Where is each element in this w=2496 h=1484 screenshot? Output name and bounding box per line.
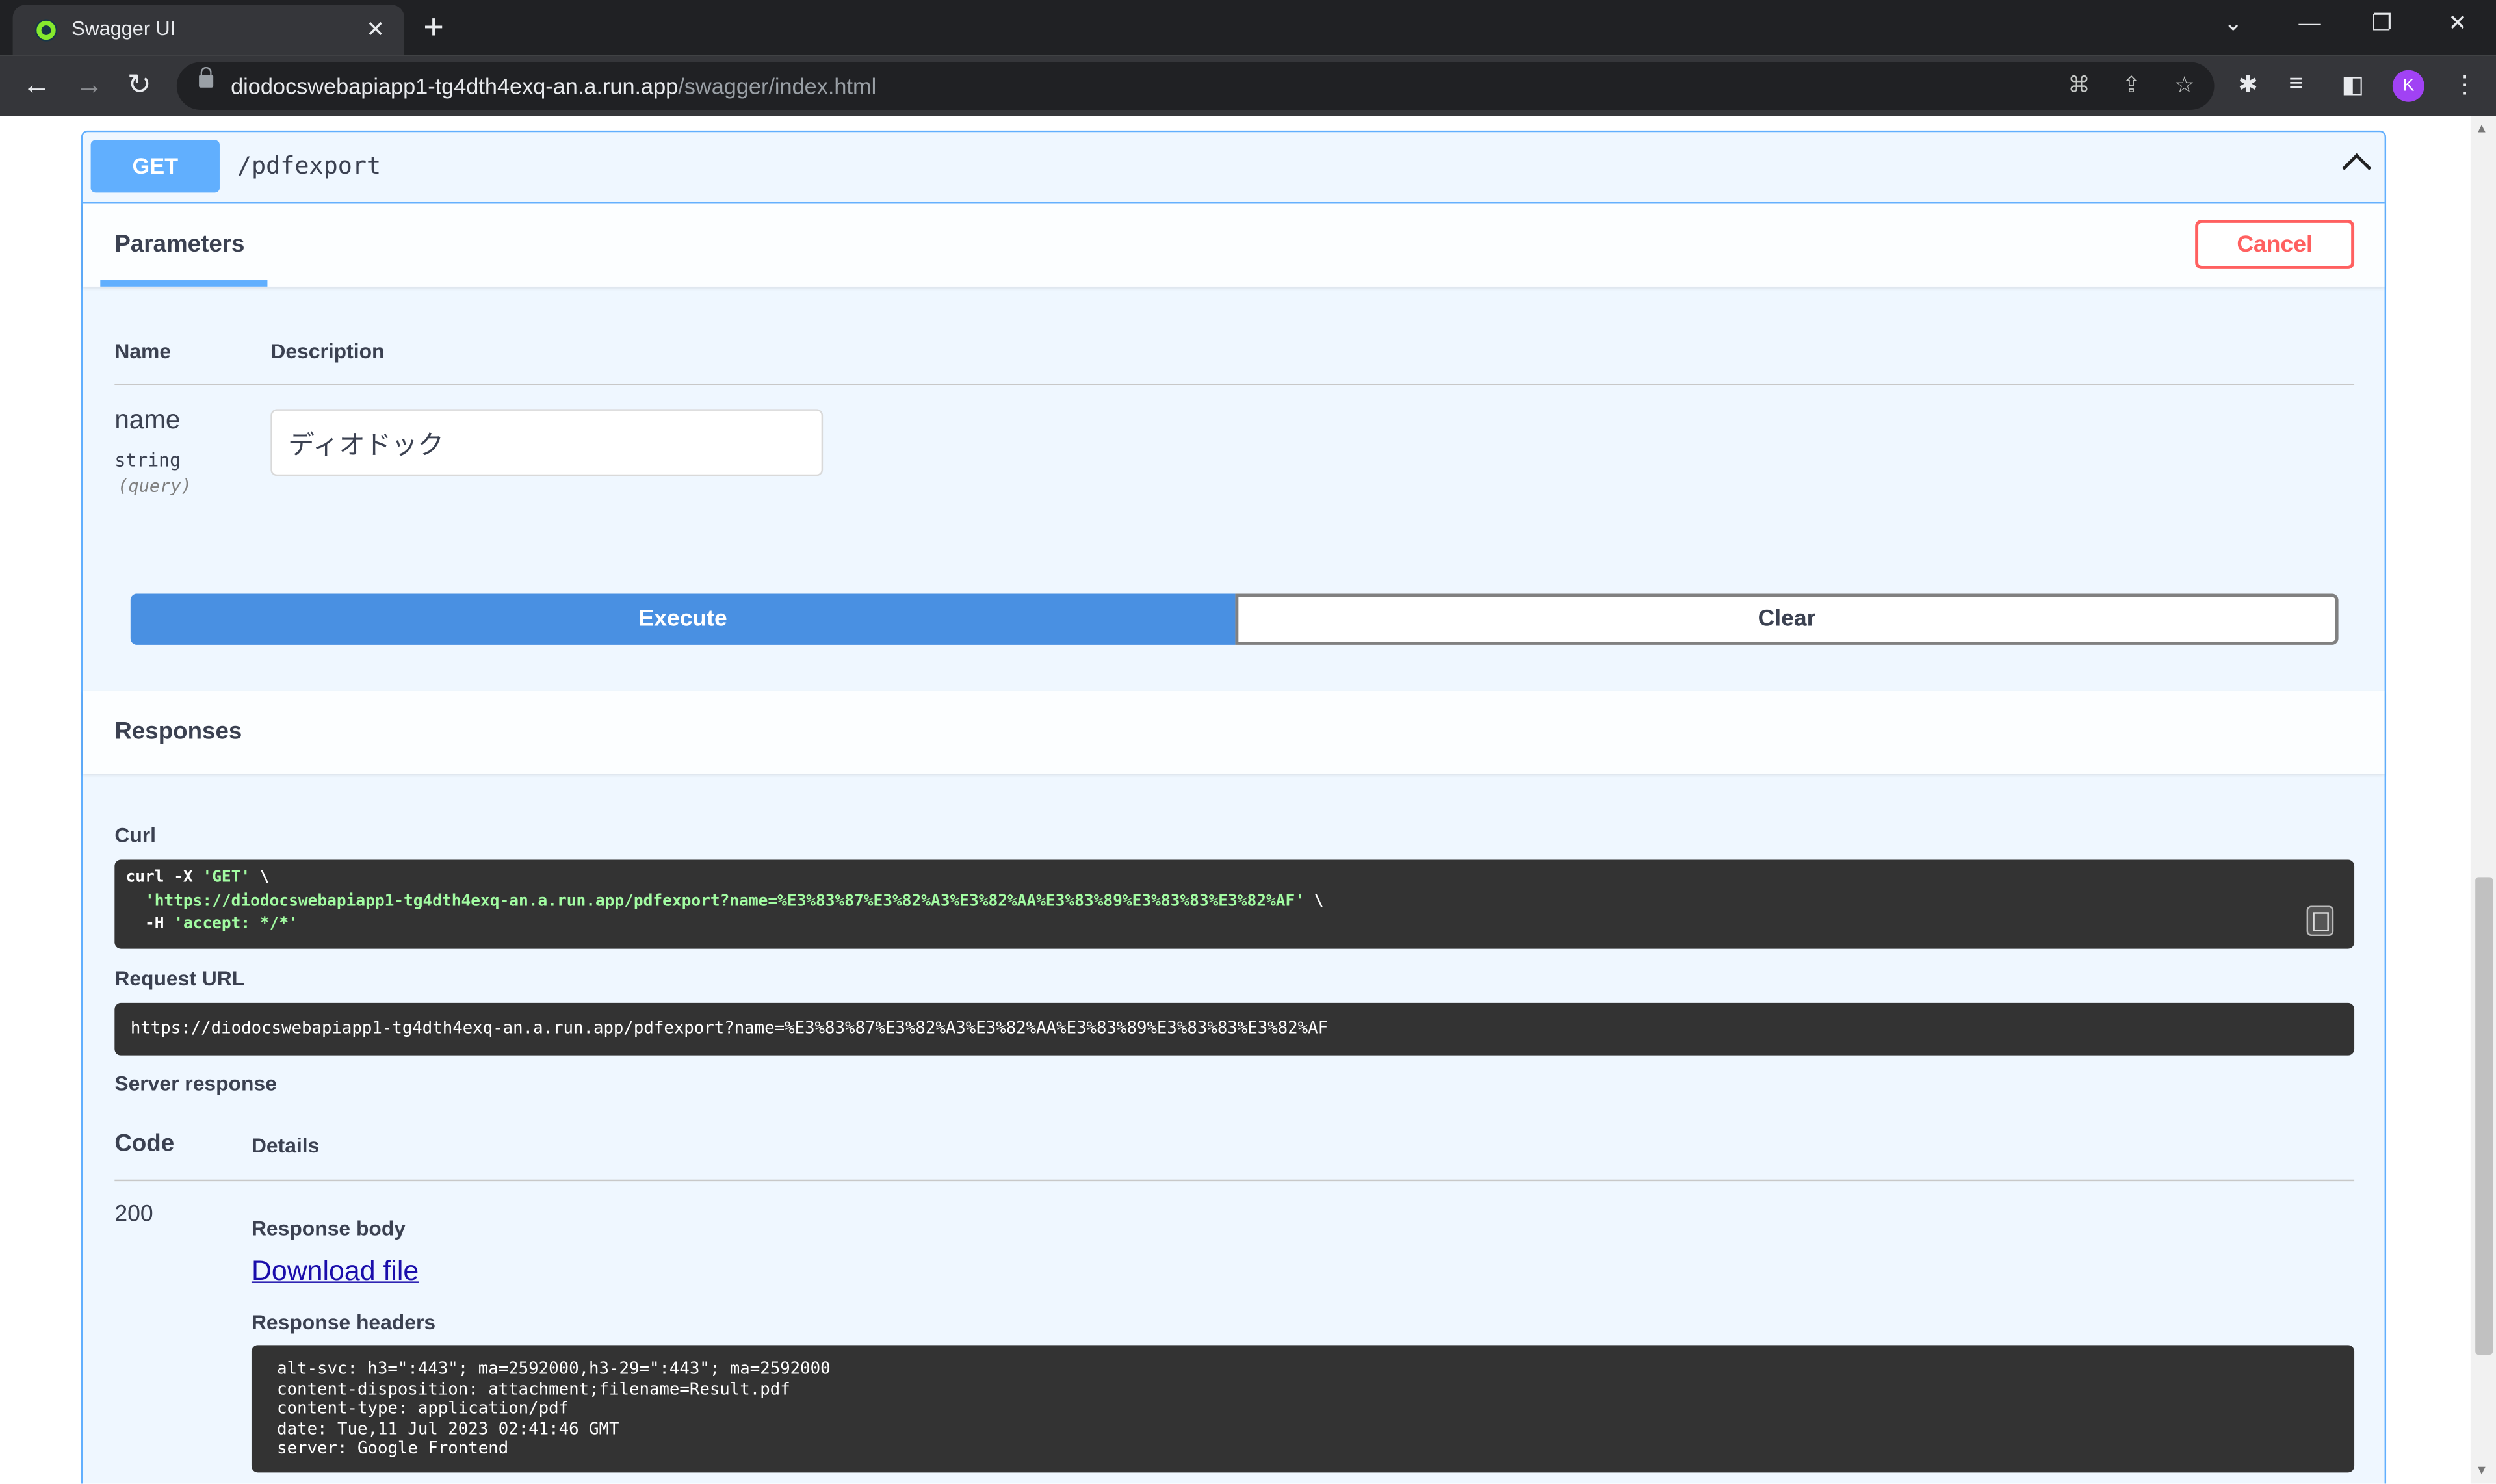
reading-list-icon[interactable]: ≡ (2289, 70, 2303, 98)
param-type: string (114, 449, 181, 471)
close-window-icon[interactable]: ✕ (2449, 10, 2467, 37)
response-body-label: Response body (251, 1216, 406, 1240)
page-content: GET /pdfexport Parameters Cancel Name De… (0, 116, 2496, 1484)
column-header-name: Name (114, 339, 172, 363)
curl-code-block[interactable]: curl -X 'GET' \ 'https://diodocswebapiap… (114, 859, 2355, 949)
operation-path: /pdfexport (237, 151, 382, 180)
server-response-label: Server response (114, 1071, 277, 1095)
responses-header: Responses (83, 690, 2385, 774)
minimize-icon[interactable]: — (2298, 10, 2320, 35)
request-url-label: Request URL (114, 966, 245, 991)
lock-icon (199, 66, 214, 88)
tab-title: Swagger UI (72, 17, 176, 40)
download-file-link[interactable]: Download file (252, 1255, 419, 1288)
responses-title: Responses (114, 718, 242, 746)
extensions-icon[interactable]: ✱ (2238, 70, 2258, 99)
tab-parameters[interactable]: Parameters (114, 231, 244, 258)
request-url-block[interactable]: https://diodocswebapiapp1-tg4dth4exq-an.… (114, 1002, 2355, 1056)
scroll-down-icon[interactable]: ▼ (2475, 1463, 2488, 1477)
parameters-header: Parameters Cancel (83, 203, 2385, 287)
method-badge: GET (90, 140, 220, 193)
reload-icon[interactable]: ↻ (127, 68, 151, 101)
collapse-chevron-icon[interactable] (2342, 153, 2372, 183)
back-icon[interactable]: ← (22, 68, 51, 101)
tab-close-icon[interactable]: ✕ (366, 16, 385, 43)
bookmark-star-icon[interactable]: ☆ (2174, 72, 2194, 99)
profile-avatar[interactable]: K (2392, 70, 2424, 102)
execute-button[interactable]: Execute (130, 593, 1236, 645)
forward-icon[interactable]: → (75, 68, 103, 101)
side-panel-icon[interactable]: ◧ (2341, 70, 2364, 99)
response-headers-block[interactable]: alt-svc: h3=":443"; ma=2592000,h3-29=":4… (251, 1345, 2355, 1473)
share-icon[interactable]: ⇪ (2122, 72, 2141, 99)
address-bar[interactable]: diodocswebapiapp1-tg4dth4exq-an.a.run.ap… (176, 62, 2215, 110)
details-column-header: Details (251, 1133, 320, 1158)
curl-label: Curl (114, 823, 157, 847)
restore-icon[interactable]: ❐ (2372, 10, 2392, 37)
tab-underline (100, 280, 268, 287)
menu-kebab-icon[interactable]: ⋮ (2453, 70, 2477, 99)
browser-toolbar: ← → ↻ diodocswebapiapp1-tg4dth4exq-an.a.… (0, 55, 2496, 116)
screen: Swagger UI ✕ + ⌄ — ❐ ✕ ← → ↻ diodocsweba… (0, 0, 2496, 1484)
divider (114, 1179, 2355, 1182)
new-tab-icon[interactable]: + (423, 7, 443, 48)
code-column-header: Code (114, 1130, 175, 1158)
browser-tab-bar: Swagger UI ✕ + ⌄ — ❐ ✕ (0, 0, 2496, 56)
browser-tab[interactable]: Swagger UI ✕ (12, 5, 405, 56)
divider (114, 384, 2355, 385)
cancel-button[interactable]: Cancel (2195, 219, 2355, 269)
copy-to-clipboard-icon[interactable] (2306, 905, 2334, 937)
url-text[interactable]: diodocswebapiapp1-tg4dth4exq-an.a.run.ap… (231, 73, 876, 99)
page-scrollbar[interactable]: ▲ ▼ (2470, 116, 2496, 1484)
param-name-input[interactable]: ディオドック (270, 409, 824, 476)
response-headers-label: Response headers (251, 1310, 436, 1334)
param-name: name (114, 406, 181, 435)
scroll-up-icon[interactable]: ▲ (2475, 121, 2488, 135)
clear-button[interactable]: Clear (1235, 593, 2339, 645)
column-header-description: Description (270, 339, 385, 363)
swagger-favicon-icon (34, 19, 58, 42)
tab-search-chevron-icon[interactable]: ⌄ (2224, 10, 2242, 37)
translate-icon[interactable]: ⌘ (2068, 72, 2090, 99)
scrollbar-thumb[interactable] (2475, 877, 2493, 1355)
operation-summary[interactable]: GET /pdfexport (83, 132, 2385, 204)
param-location: (query) (118, 476, 192, 497)
operation-block-get-pdfexport: GET /pdfexport Parameters Cancel Name De… (81, 130, 2387, 1484)
response-status-code: 200 (114, 1201, 153, 1228)
